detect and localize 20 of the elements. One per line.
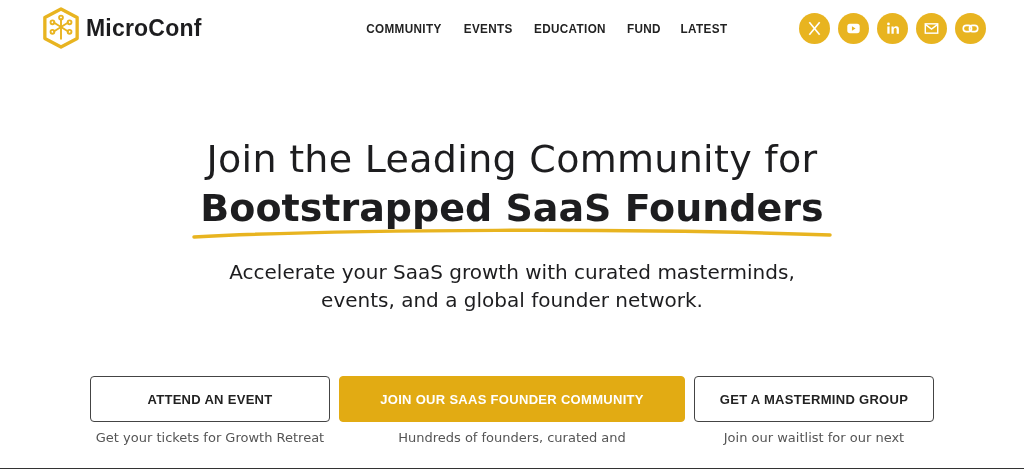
- nav-link[interactable]: FUND: [627, 20, 661, 36]
- play-icon[interactable]: [838, 12, 869, 44]
- nav-link[interactable]: EDUCATION: [534, 20, 607, 36]
- hero-subtitle: Accelerate your SaaS growth with curated masterminds, events, and a global founder network.: [228, 259, 796, 314]
- x-icon[interactable]: [799, 12, 830, 44]
- cta-button[interactable]: GET A MASTERMIND GROUP: [694, 376, 934, 422]
- link-icon[interactable]: [955, 12, 986, 44]
- cta-caption: Hundreds of founders, curated and: [398, 430, 626, 446]
- hero-title: Join the Leading Community for: [206, 136, 818, 183]
- linkedin-icon[interactable]: [877, 12, 908, 44]
- logo-icon: [42, 7, 80, 49]
- nav-link[interactable]: LATEST: [680, 20, 728, 36]
- hero-title-emphasis: Bootstrapped SaaS Founders: [200, 185, 824, 232]
- mail-icon[interactable]: [916, 12, 947, 44]
- brand-name[interactable]: MicroConf: [86, 14, 202, 42]
- cta-caption: Join our waitlist for our next: [723, 430, 905, 446]
- nav-link[interactable]: COMMUNITY: [366, 20, 442, 36]
- cta-button[interactable]: ATTEND AN EVENT: [90, 376, 330, 422]
- nav-link[interactable]: EVENTS: [463, 20, 513, 36]
- cta-caption: Get your tickets for Growth Retreat: [95, 430, 325, 446]
